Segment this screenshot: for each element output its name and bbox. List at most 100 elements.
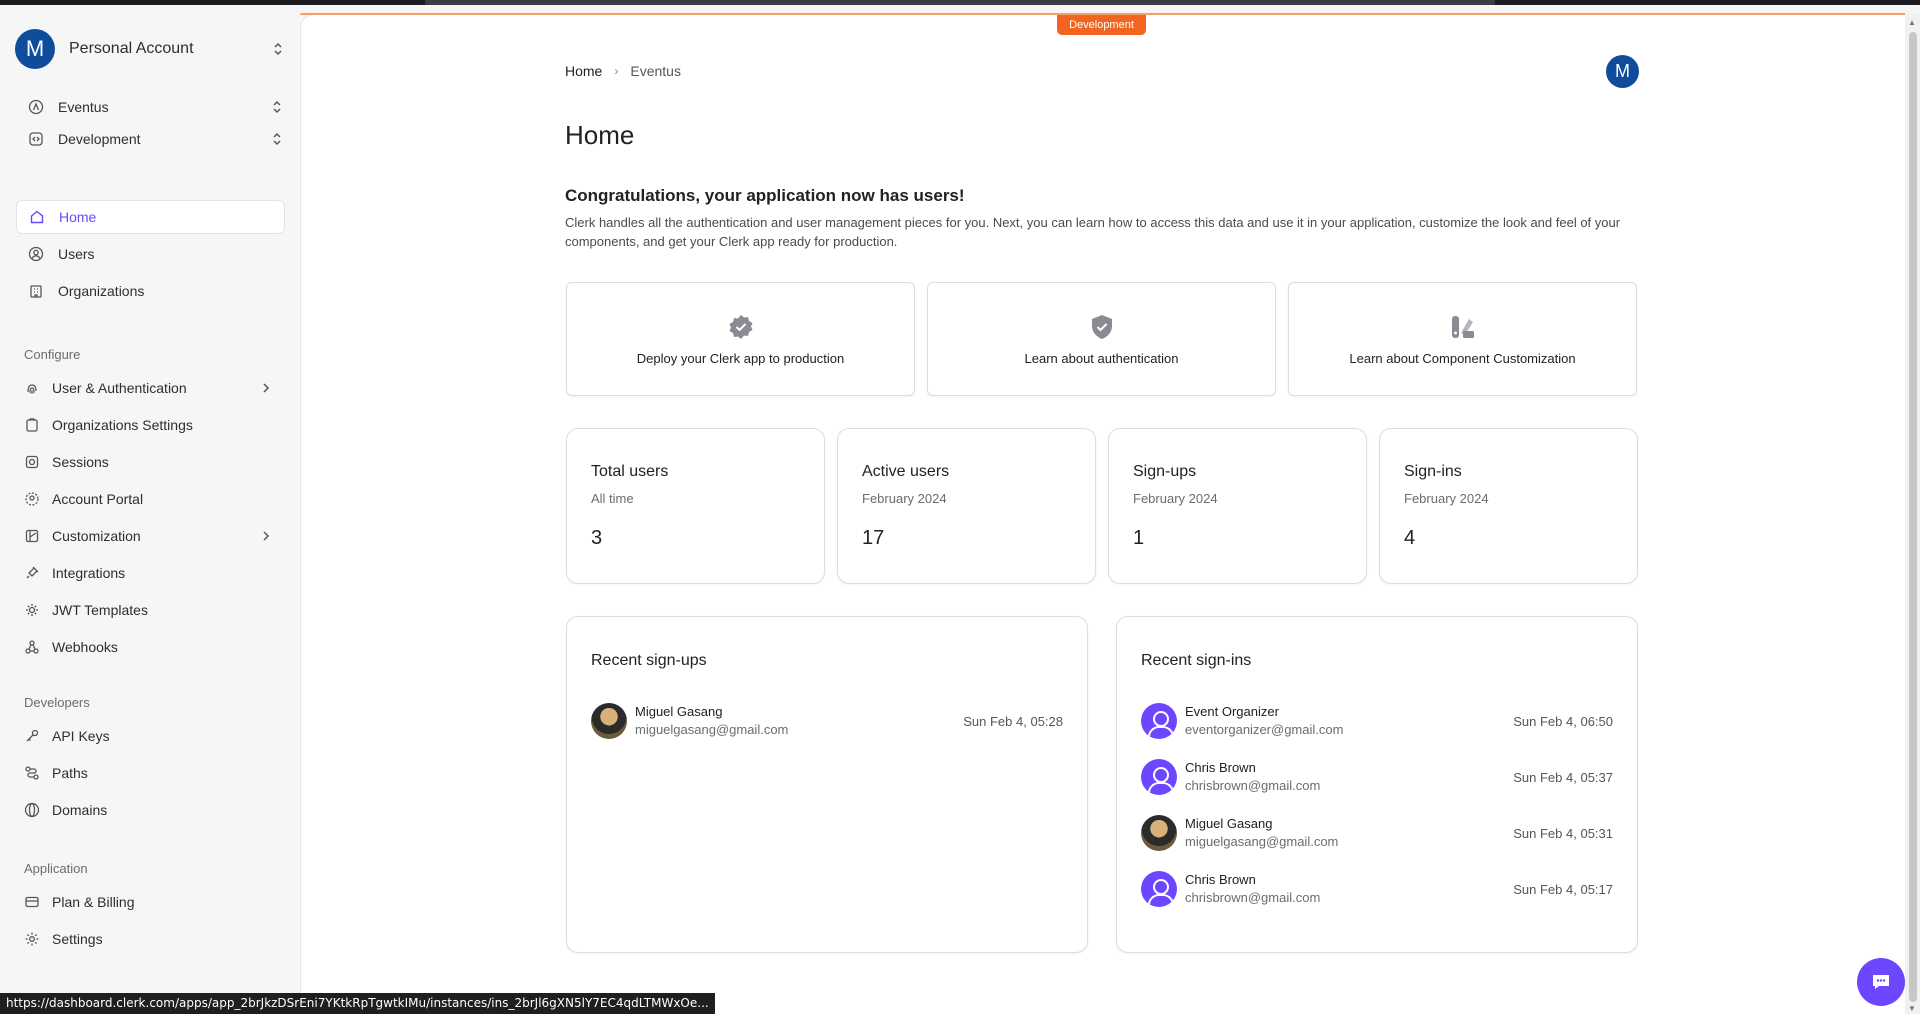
- browser-status-url: https://dashboard.clerk.com/apps/app_2br…: [0, 993, 715, 1014]
- sidebar-item-sessions[interactable]: Sessions: [16, 445, 285, 479]
- sidebar-item-label: User & Authentication: [52, 380, 187, 396]
- sidebar-item-user-authentication[interactable]: User & Authentication: [16, 371, 285, 405]
- sidebar-item-users[interactable]: Users: [16, 237, 285, 271]
- congrats-heading: Congratulations, your application now ha…: [565, 186, 965, 205]
- badge-check-icon: [727, 313, 755, 341]
- sidebar-item-label: Sessions: [52, 454, 109, 470]
- sidebar-item-integrations[interactable]: Integrations: [16, 556, 285, 590]
- credit-card-icon: [24, 894, 40, 910]
- environment-selector[interactable]: Development: [28, 127, 284, 151]
- list-item[interactable]: Miguel Gasang miguelgasang@gmail.com Sun…: [1141, 813, 1613, 853]
- key-icon: [24, 728, 40, 744]
- jwt-gear-icon: [24, 602, 40, 618]
- webhook-icon: [24, 639, 40, 655]
- sidebar-item-api-keys[interactable]: API Keys: [16, 719, 285, 753]
- stat-subtitle: February 2024: [1133, 491, 1218, 506]
- building-icon: [28, 283, 44, 299]
- user-name: Chris Brown: [1185, 760, 1256, 775]
- code-icon: [28, 131, 44, 147]
- sidebar-item-settings[interactable]: Settings: [16, 922, 285, 956]
- account-switcher[interactable]: M Personal Account: [15, 29, 285, 69]
- sidebar-item-plan-billing[interactable]: Plan & Billing: [16, 885, 285, 919]
- section-heading-configure: Configure: [24, 347, 81, 362]
- breadcrumb-current[interactable]: Eventus: [630, 63, 681, 79]
- sidebar-item-domains[interactable]: Domains: [16, 793, 285, 827]
- user-info: Event Organizer eventorganizer@gmail.com: [1185, 703, 1513, 739]
- scrollbar-thumb[interactable]: [1909, 32, 1917, 1002]
- sidebar-item-label: Customization: [52, 528, 141, 544]
- signin-date: Sun Feb 4, 05:31: [1513, 825, 1613, 841]
- avatar: [1141, 703, 1177, 739]
- scroll-down-icon[interactable]: ▼: [1908, 1004, 1916, 1013]
- scroll-up-icon[interactable]: ▲: [1908, 18, 1916, 27]
- user-email: miguelgasang@gmail.com: [1185, 834, 1339, 849]
- sidebar-item-webhooks[interactable]: Webhooks: [16, 630, 285, 664]
- user-email: miguelgasang@gmail.com: [635, 722, 789, 737]
- list-item[interactable]: Event Organizer eventorganizer@gmail.com…: [1141, 701, 1613, 741]
- list-item[interactable]: Chris Brown chrisbrown@gmail.com Sun Feb…: [1141, 757, 1613, 797]
- sidebar-item-paths[interactable]: Paths: [16, 756, 285, 790]
- sessions-icon: [24, 454, 40, 470]
- chevron-right-icon: [263, 531, 270, 541]
- gear-icon: [24, 931, 40, 947]
- sidebar-item-label: Settings: [52, 931, 103, 947]
- chevron-up-down-icon: [273, 100, 281, 114]
- clipboard-icon: [24, 417, 40, 433]
- sidebar-item-label: Paths: [52, 765, 88, 781]
- quick-link-authentication[interactable]: Learn about authentication: [927, 282, 1276, 396]
- main-panel: [300, 14, 1905, 1014]
- quick-link-label: Learn about authentication: [1024, 350, 1179, 366]
- app-selector[interactable]: Eventus: [28, 95, 284, 119]
- signup-date: Sun Feb 4, 05:28: [963, 713, 1063, 729]
- breadcrumb-home[interactable]: Home: [565, 63, 602, 79]
- sidebar-item-label: Account Portal: [52, 491, 144, 507]
- recent-signins-card: Recent sign-ins Event Organizer eventorg…: [1116, 616, 1638, 953]
- plug-icon: [24, 565, 40, 581]
- sidebar-item-label: Organizations Settings: [52, 417, 193, 433]
- app-logo-icon: [28, 99, 44, 115]
- avatar: [591, 703, 627, 739]
- stat-card-total-users: Total users All time 3: [566, 428, 825, 584]
- path-icon: [24, 765, 40, 781]
- stat-subtitle: February 2024: [862, 491, 947, 506]
- shield-check-icon: [1088, 313, 1116, 341]
- quick-link-deploy[interactable]: Deploy your Clerk app to production: [566, 282, 915, 396]
- quick-link-customization[interactable]: Learn about Component Customization: [1288, 282, 1637, 396]
- sidebar-item-organizations[interactable]: Organizations: [16, 274, 285, 308]
- stat-title: Sign-ins: [1404, 463, 1462, 480]
- sidebar-item-jwt-templates[interactable]: JWT Templates: [16, 593, 285, 627]
- signin-date: Sun Feb 4, 05:37: [1513, 769, 1613, 785]
- section-heading-developers: Developers: [24, 695, 90, 710]
- sidebar-item-account-portal[interactable]: Account Portal: [16, 482, 285, 516]
- sidebar-item-label: Organizations: [58, 283, 145, 299]
- list-item[interactable]: Chris Brown chrisbrown@gmail.com Sun Feb…: [1141, 869, 1613, 909]
- globe-icon: [24, 802, 40, 818]
- sidebar-item-label: JWT Templates: [52, 602, 148, 618]
- chat-support-button[interactable]: [1857, 958, 1905, 1006]
- stat-value: 3: [591, 527, 603, 549]
- sidebar-item-label: Users: [58, 246, 95, 262]
- sidebar-item-label: API Keys: [52, 728, 110, 744]
- avatar: [1141, 815, 1177, 851]
- browser-tab-highlight: [425, 0, 1495, 5]
- recent-signups-title: Recent sign-ups: [591, 652, 707, 669]
- home-icon: [29, 209, 45, 225]
- stat-value: 17: [862, 527, 885, 549]
- sidebar-item-organizations-settings[interactable]: Organizations Settings: [16, 408, 285, 442]
- page-title: Home: [565, 120, 635, 150]
- quick-link-label: Learn about Component Customization: [1349, 350, 1576, 366]
- user-info: Miguel Gasang miguelgasang@gmail.com: [635, 703, 963, 739]
- user-email: chrisbrown@gmail.com: [1185, 890, 1321, 905]
- scrollbar[interactable]: ▲ ▼: [1905, 14, 1920, 1014]
- sidebar-item-label: Webhooks: [52, 639, 118, 655]
- user-info: Chris Brown chrisbrown@gmail.com: [1185, 759, 1513, 795]
- stat-value: 1: [1133, 527, 1145, 549]
- sidebar-item-home[interactable]: Home: [16, 200, 285, 234]
- environment-badge: Development: [1057, 15, 1146, 35]
- user-avatar-button[interactable]: M: [1606, 55, 1639, 88]
- list-item[interactable]: Miguel Gasang miguelgasang@gmail.com Sun…: [591, 701, 1063, 741]
- account-avatar: M: [15, 29, 55, 69]
- sidebar-item-customization[interactable]: Customization: [16, 519, 285, 553]
- palette-icon: [1449, 313, 1477, 341]
- stat-card-sign-ins: Sign-ins February 2024 4: [1379, 428, 1638, 584]
